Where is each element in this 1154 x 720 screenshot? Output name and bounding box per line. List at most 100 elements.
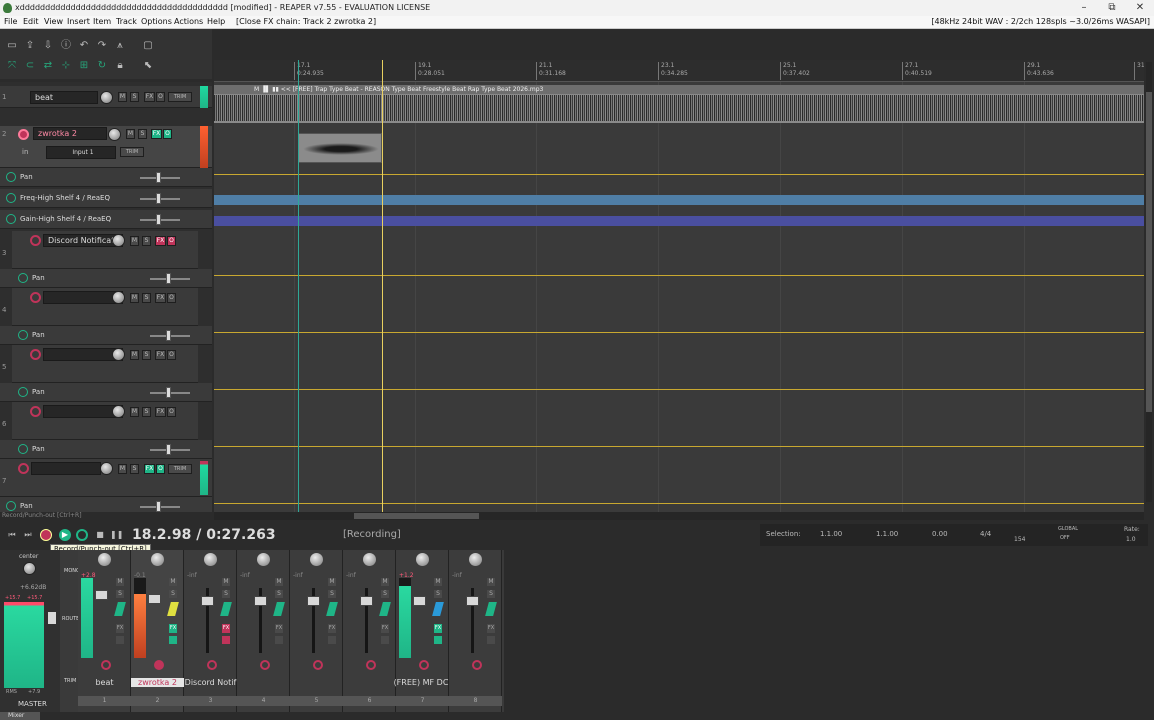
scrollbar-thumb[interactable] <box>1146 92 1152 412</box>
track-6[interactable]: 6 M S FX O <box>2 402 198 440</box>
trim-button[interactable]: TRIM <box>64 678 76 684</box>
selection-length[interactable]: 0.00 <box>932 530 948 538</box>
selection-start[interactable]: 1.1.00 <box>820 530 842 538</box>
phase-button[interactable]: O <box>167 293 176 303</box>
redo-icon[interactable]: ↷ <box>96 40 108 52</box>
pan-envelope[interactable]: Pan <box>0 168 212 187</box>
track-4[interactable]: 4 M S FX O <box>2 288 198 326</box>
pan-envelope[interactable]: Pan <box>0 326 212 345</box>
mixer-strip-1[interactable]: +2.8 M S FX beat 1 <box>78 550 131 712</box>
record-arm-button[interactable] <box>207 660 217 670</box>
record-arm-button[interactable] <box>472 660 482 670</box>
fx-button[interactable]: FX <box>144 92 155 102</box>
mute-button[interactable]: M <box>381 578 389 586</box>
pan-knob[interactable] <box>257 553 270 566</box>
media-item-recording[interactable] <box>298 133 382 163</box>
timeline-ruler[interactable]: 17.1 0:24.935 19.1 0:28.051 21.1 0:31.168 2… <box>214 60 1144 82</box>
fx-button[interactable]: FX <box>487 624 495 633</box>
menu-item[interactable]: Item <box>93 17 111 26</box>
track-name[interactable] <box>31 462 101 475</box>
track-2[interactable]: 2 zwrotka 2 M S FX O in Input 1 TRIM <box>0 126 212 168</box>
gain-envelope-lane[interactable] <box>214 216 1144 226</box>
track-name[interactable]: zwrotka 2 <box>33 127 107 140</box>
menu-file[interactable]: File <box>4 17 17 26</box>
pan-slider-handle[interactable] <box>166 444 171 455</box>
scrollbar-thumb[interactable] <box>354 513 479 519</box>
solo-button[interactable]: S <box>434 590 442 598</box>
gain-slider-handle[interactable] <box>156 214 161 225</box>
repeat-icon[interactable] <box>76 529 88 541</box>
envelope-active-icon[interactable] <box>18 273 28 283</box>
mixer-strip-3[interactable]: -inf M S FX Discord Notif 3 <box>184 550 237 712</box>
solo-button[interactable]: S <box>381 590 389 598</box>
io-button[interactable] <box>432 602 444 616</box>
io-button[interactable] <box>273 602 285 616</box>
mute-button[interactable]: M <box>130 407 139 417</box>
media-item-beat[interactable]: M ▐▌ ▮▮ << [FREE] Trap Type Beat - REASO… <box>214 85 1144 123</box>
fx-button[interactable]: FX <box>222 624 230 633</box>
fx-bypass-button[interactable] <box>169 636 177 644</box>
mixer-strip-8[interactable]: -inf M S FX 8 <box>449 550 502 712</box>
menu-help[interactable]: Help <box>207 17 225 26</box>
time-display[interactable]: 18.2.98 / 0:27.263 <box>132 527 276 543</box>
envelope-active-icon[interactable] <box>18 387 28 397</box>
route-button[interactable]: ROUTE <box>62 616 79 622</box>
envelope-active-icon[interactable] <box>18 330 28 340</box>
pan-knob[interactable] <box>204 553 217 566</box>
play-button[interactable]: ▶ <box>59 529 71 541</box>
pan-slider-handle[interactable] <box>166 273 171 284</box>
record-arm-button[interactable] <box>260 660 270 670</box>
solo-button[interactable]: S <box>487 590 495 598</box>
mute-button[interactable]: M <box>118 464 127 474</box>
strip-name[interactable]: Discord Notif <box>184 678 237 687</box>
record-arm-button[interactable] <box>30 235 41 246</box>
rate-value[interactable]: 1.0 <box>1126 536 1136 543</box>
fx-button[interactable]: FX <box>155 293 166 303</box>
volume-knob[interactable] <box>100 91 113 104</box>
volume-knob[interactable] <box>112 405 125 418</box>
envelope-active-icon[interactable] <box>6 172 16 182</box>
fx-bypass-button[interactable] <box>222 636 230 644</box>
strip-name[interactable]: zwrotka 2 <box>131 678 184 687</box>
mute-button[interactable]: M <box>118 92 127 102</box>
io-button[interactable] <box>167 602 179 616</box>
mute-button[interactable]: M <box>169 578 177 586</box>
mixer-tab[interactable]: Mixer <box>0 712 40 720</box>
pan-envelope[interactable]: Pan <box>0 440 212 459</box>
envelope-lock-icon[interactable]: ⊞ <box>78 60 90 72</box>
track-name[interactable]: beat <box>30 91 98 104</box>
freq-envelope-lane[interactable] <box>214 195 1144 205</box>
go-to-start-icon[interactable]: ⏮ <box>6 529 18 541</box>
trim-button[interactable]: TRIM <box>168 464 192 474</box>
fx-bypass-button[interactable] <box>328 636 336 644</box>
phase-button[interactable]: O <box>156 464 165 474</box>
selection-end[interactable]: 1.1.00 <box>876 530 898 538</box>
volume-fader[interactable] <box>201 596 214 606</box>
mixer-strip-5[interactable]: -inf M S FX 5 <box>290 550 343 712</box>
track-3[interactable]: 3 Discord Notificati M S FX O <box>2 231 198 269</box>
menu-actions[interactable]: Actions <box>174 17 203 26</box>
lock-icon[interactable]: 🔒︎ <box>114 60 126 72</box>
new-project-icon[interactable]: ▭ <box>6 40 18 52</box>
metronome-icon[interactable]: ⩚ <box>114 40 126 52</box>
mute-button[interactable]: M <box>434 578 442 586</box>
phase-button[interactable]: O <box>167 350 176 360</box>
audio-device-status[interactable]: [48kHz 24bit WAV : 2/2ch 128spls ~3.0/26… <box>931 17 1150 26</box>
pan-envelope[interactable]: Pan <box>0 497 212 512</box>
record-arm-button[interactable] <box>101 660 111 670</box>
fx-button[interactable]: FX <box>381 624 389 633</box>
global-state[interactable]: OFF <box>1060 535 1070 541</box>
freq-slider-handle[interactable] <box>156 193 161 204</box>
menu-view[interactable]: View <box>44 17 63 26</box>
track-name[interactable] <box>43 291 123 304</box>
phase-button[interactable]: O <box>163 129 172 139</box>
io-button[interactable] <box>114 602 126 616</box>
envelope-active-icon[interactable] <box>18 444 28 454</box>
fx-button[interactable]: FX <box>155 350 166 360</box>
volume-knob[interactable] <box>100 462 113 475</box>
pan-knob[interactable] <box>469 553 482 566</box>
fx-bypass-button[interactable] <box>116 636 124 644</box>
fx-button[interactable]: FX <box>275 624 283 633</box>
phase-button[interactable]: O <box>167 407 176 417</box>
record-arm-button[interactable] <box>30 406 41 417</box>
